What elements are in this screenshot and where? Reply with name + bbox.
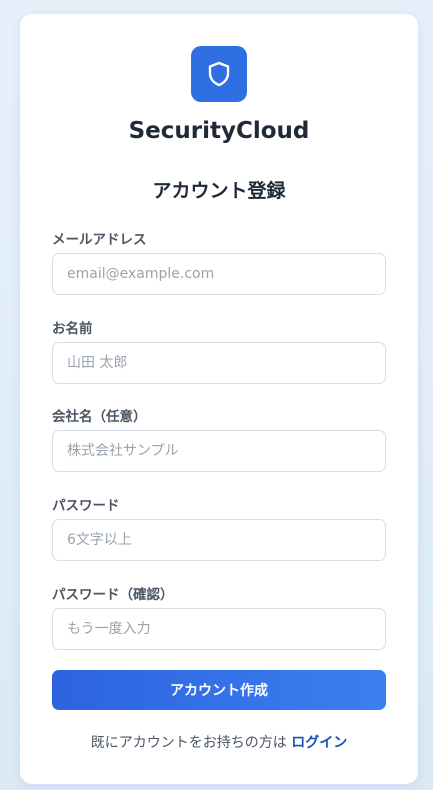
password-field[interactable] <box>52 519 386 561</box>
password-confirm-field[interactable] <box>52 608 386 650</box>
email-label: メールアドレス <box>52 232 147 248</box>
company-field[interactable] <box>52 430 386 472</box>
name-field[interactable] <box>52 342 386 384</box>
company-label: 会社名（任意） <box>52 409 147 425</box>
brand-logo <box>191 46 247 102</box>
email-field[interactable] <box>52 253 386 295</box>
password-label: パスワード <box>52 498 120 514</box>
password-confirm-label: パスワード（確認） <box>52 587 174 603</box>
page-title: アカウント登録 <box>152 180 286 202</box>
brand-name: SecurityCloud <box>128 118 310 144</box>
name-label: お名前 <box>52 321 93 337</box>
shield-icon <box>206 60 232 88</box>
login-prompt: 既にアカウントをお持ちの方は ログイン <box>20 732 418 752</box>
login-link[interactable]: ログイン <box>291 735 347 751</box>
signup-card: SecurityCloud アカウント登録 メールアドレス お名前 会社名（任意… <box>20 14 418 784</box>
create-account-button[interactable]: アカウント作成 <box>52 670 386 710</box>
login-prompt-text: 既にアカウントをお持ちの方は <box>90 735 287 751</box>
